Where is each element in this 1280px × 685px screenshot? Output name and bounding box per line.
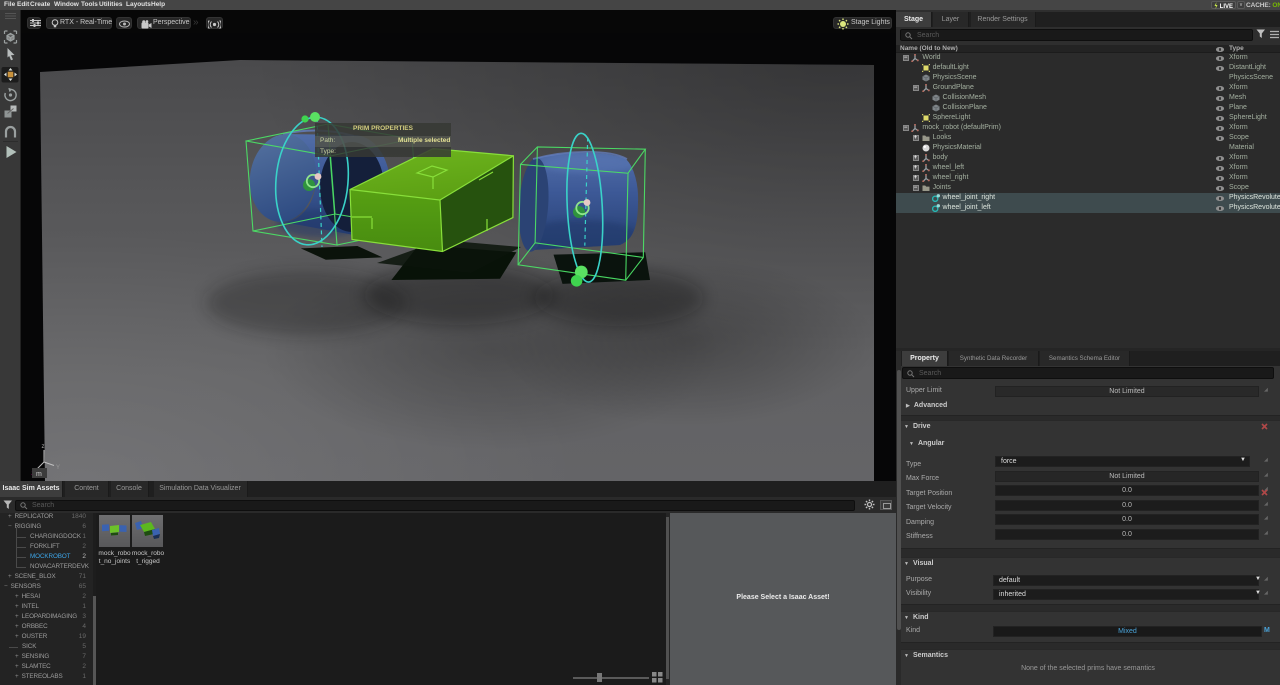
svg-text:m: m [36,471,42,478]
svg-text:z: z [42,444,45,450]
svg-text:Y: Y [56,465,60,471]
